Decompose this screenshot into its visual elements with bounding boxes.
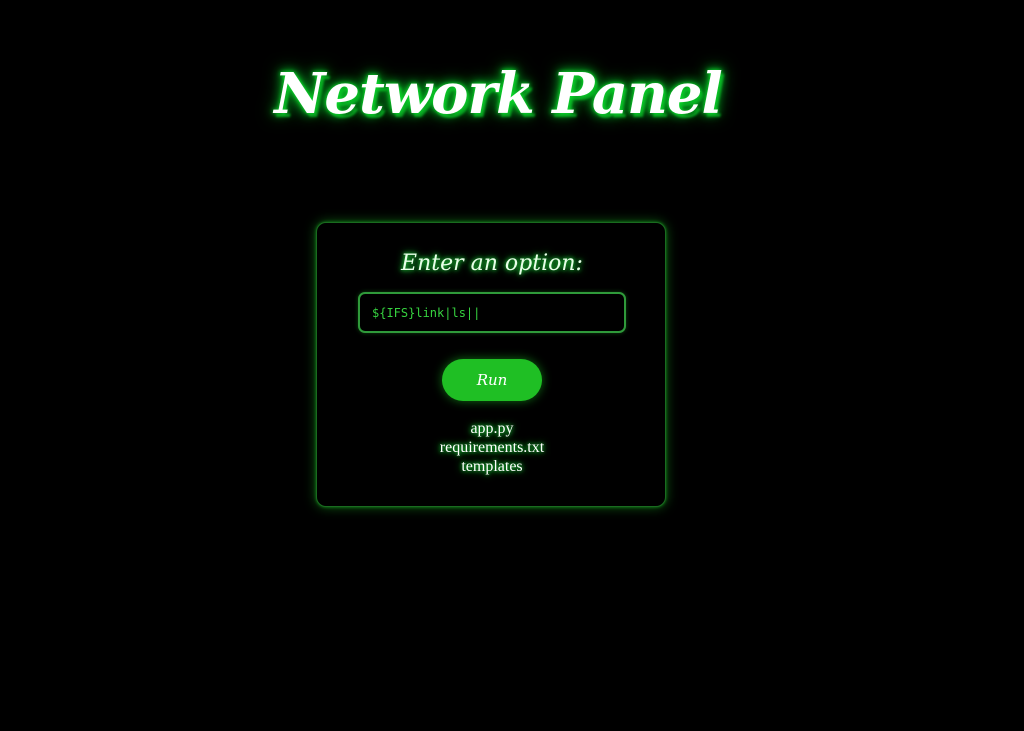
page-title: Network Panel <box>274 61 723 127</box>
run-button[interactable]: Run <box>442 359 542 401</box>
option-prompt-label: Enter an option: <box>401 251 583 276</box>
command-panel: Enter an option: Run app.py requirements… <box>316 222 666 507</box>
option-input[interactable] <box>358 292 626 333</box>
command-output: app.py requirements.txt templates <box>317 419 667 476</box>
output-line: requirements.txt <box>439 439 545 456</box>
output-line: app.py <box>470 420 514 437</box>
output-line: templates <box>461 458 523 475</box>
